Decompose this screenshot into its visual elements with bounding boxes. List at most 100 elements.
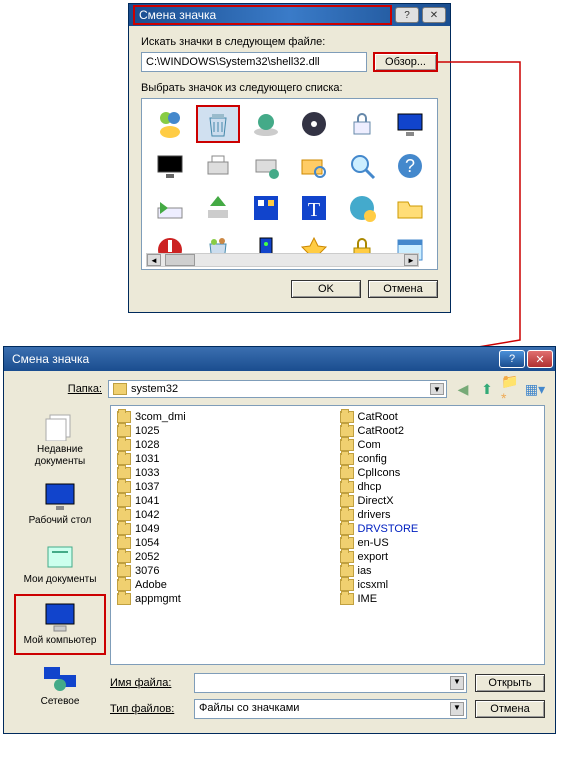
folder-item[interactable]: en-US <box>338 536 541 550</box>
folder-item[interactable]: 2052 <box>115 550 318 564</box>
folder-icon <box>340 551 354 563</box>
folder-name: 1033 <box>135 467 159 479</box>
folder-item[interactable]: 3com_dmi <box>115 410 318 424</box>
icon-list[interactable]: ? T ◄ ► <box>141 98 438 270</box>
scroll-thumb[interactable] <box>165 254 195 266</box>
place-recent-docs[interactable]: Недавние документы <box>14 405 106 474</box>
folder-item[interactable]: Adobe <box>115 578 318 592</box>
folder-dropdown[interactable]: system32 ▼ <box>108 380 447 398</box>
run-icon[interactable] <box>148 189 192 227</box>
folder-item[interactable]: 3076 <box>115 564 318 578</box>
open-button[interactable]: Открыть <box>475 674 545 692</box>
close-button[interactable]: ✕ <box>422 7 446 23</box>
security-icon[interactable] <box>340 105 384 143</box>
printer-net-icon[interactable] <box>244 147 288 185</box>
folder-item[interactable]: 1042 <box>115 508 318 522</box>
font-icon[interactable]: T <box>292 189 336 227</box>
cancel-button[interactable]: Отмена <box>368 280 438 298</box>
close-button[interactable]: ✕ <box>527 350 553 368</box>
place-my-documents[interactable]: Мои документы <box>14 535 106 592</box>
file-list[interactable]: 3com_dmi10251028103110331037104110421049… <box>110 405 545 665</box>
horizontal-scrollbar[interactable]: ◄ ► <box>146 253 419 267</box>
folder-name: 1028 <box>135 439 159 451</box>
titlebar[interactable]: Смена значка ? ✕ <box>129 4 450 26</box>
folder-item[interactable]: 1028 <box>115 438 318 452</box>
change-icon-dialog: Смена значка ? ✕ Искать значки в следующ… <box>128 3 451 313</box>
folder-icon <box>340 579 354 591</box>
monitor-icon[interactable] <box>388 105 432 143</box>
folder-icon <box>117 495 131 507</box>
globe-settings-icon[interactable] <box>340 189 384 227</box>
folder-item[interactable]: 1041 <box>115 494 318 508</box>
scroll-right[interactable]: ► <box>404 254 418 266</box>
help-button[interactable]: ? <box>499 350 525 368</box>
folder-item[interactable]: 1049 <box>115 522 318 536</box>
ok-button[interactable]: OK <box>291 280 361 298</box>
folder-item[interactable]: Com <box>338 438 541 452</box>
control-panel-icon[interactable] <box>244 189 288 227</box>
magnify-icon[interactable] <box>340 147 384 185</box>
folder-search-icon[interactable] <box>292 147 336 185</box>
folder-item[interactable]: 1033 <box>115 466 318 480</box>
chevron-down-icon[interactable]: ▼ <box>450 676 464 690</box>
folder-item[interactable]: CatRoot <box>338 410 541 424</box>
place-network[interactable]: Сетевое <box>14 657 106 714</box>
list-label: Выбрать значок из следующего списка: <box>141 82 438 94</box>
folder-name: Adobe <box>135 579 167 591</box>
folder-icon <box>340 453 354 465</box>
network-icon <box>42 663 78 693</box>
folder-name: DRVSTORE <box>358 523 419 535</box>
back-icon[interactable]: ◀ <box>453 379 473 399</box>
folder-item[interactable]: 1054 <box>115 536 318 550</box>
folder-name: 1054 <box>135 537 159 549</box>
folder-item[interactable]: drivers <box>338 508 541 522</box>
filename-combo[interactable]: ▼ <box>194 673 467 693</box>
msn-icon[interactable] <box>148 105 192 143</box>
folder-item[interactable]: CplIcons <box>338 466 541 480</box>
folder-item[interactable]: ias <box>338 564 541 578</box>
recent-docs-icon <box>42 411 78 441</box>
help-icon[interactable]: ? <box>388 147 432 185</box>
place-label: Мой компьютер <box>24 635 97 647</box>
titlebar[interactable]: Смена значка ? ✕ <box>4 347 555 371</box>
up-icon[interactable]: ⬆ <box>477 379 497 399</box>
folder-item[interactable]: DRVSTORE <box>338 522 541 536</box>
new-folder-icon[interactable]: 📁* <box>501 379 521 399</box>
folder-name: 1042 <box>135 509 159 521</box>
world-disc-icon[interactable] <box>244 105 288 143</box>
folder-open-icon[interactable] <box>388 189 432 227</box>
folder-item[interactable]: config <box>338 452 541 466</box>
place-desktop[interactable]: Рабочий стол <box>14 476 106 533</box>
folder-item[interactable]: IME <box>338 592 541 606</box>
monitor2-icon[interactable] <box>148 147 192 185</box>
chevron-down-icon[interactable]: ▼ <box>450 702 464 716</box>
disc-icon[interactable] <box>292 105 336 143</box>
folder-icon <box>340 565 354 577</box>
folder-name: 3com_dmi <box>135 411 186 423</box>
folder-item[interactable]: appmgmt <box>115 592 318 606</box>
desktop-icon <box>42 482 78 512</box>
help-button[interactable]: ? <box>395 7 419 23</box>
chevron-down-icon[interactable]: ▼ <box>430 383 444 395</box>
my-documents-icon <box>42 541 78 571</box>
scroll-left[interactable]: ◄ <box>147 254 161 266</box>
folder-item[interactable]: DirectX <box>338 494 541 508</box>
cancel-button[interactable]: Отмена <box>475 700 545 718</box>
folder-icon <box>117 551 131 563</box>
folder-item[interactable]: 1037 <box>115 480 318 494</box>
recycle-bin-icon[interactable] <box>196 105 240 143</box>
views-icon[interactable]: ▦▾ <box>525 379 545 399</box>
eject-icon[interactable] <box>196 189 240 227</box>
folder-item[interactable]: dhcp <box>338 480 541 494</box>
printer-icon[interactable] <box>196 147 240 185</box>
folder-name: appmgmt <box>135 593 181 605</box>
filetype-combo[interactable]: Файлы со значками ▼ <box>194 699 467 719</box>
folder-item[interactable]: CatRoot2 <box>338 424 541 438</box>
place-my-computer[interactable]: Мой компьютер <box>14 594 106 655</box>
file-path-input[interactable] <box>141 52 367 72</box>
folder-item[interactable]: icsxml <box>338 578 541 592</box>
browse-button[interactable]: Обзор... <box>373 52 438 72</box>
folder-item[interactable]: 1031 <box>115 452 318 466</box>
folder-item[interactable]: export <box>338 550 541 564</box>
folder-item[interactable]: 1025 <box>115 424 318 438</box>
